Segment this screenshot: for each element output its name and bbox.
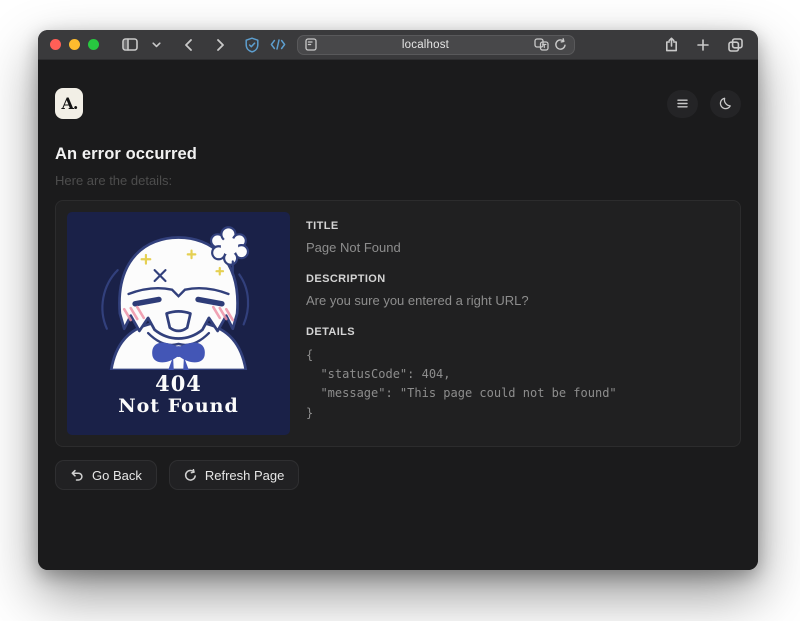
- sidebar-toggle-button[interactable]: [119, 34, 141, 56]
- title-label: TITLE: [306, 220, 617, 232]
- new-tab-button[interactable]: [692, 34, 714, 56]
- close-window-button[interactable]: [50, 39, 61, 50]
- sidebar-options-button[interactable]: [145, 34, 167, 56]
- header-actions: [667, 90, 741, 118]
- error-caption-text: Not Found: [118, 395, 238, 419]
- details-label: DETAILS: [306, 326, 617, 338]
- moon-icon: [719, 97, 732, 110]
- reload-icon[interactable]: [554, 38, 567, 51]
- details-field: DETAILS { "statusCode": 404, "message": …: [306, 326, 617, 423]
- description-field: DESCRIPTION Are you sure you entered a r…: [306, 273, 617, 308]
- address-host: localhost: [317, 39, 534, 51]
- privacy-shield-button[interactable]: [241, 34, 263, 56]
- back-button[interactable]: [177, 34, 199, 56]
- undo-arrow-icon: [70, 469, 84, 481]
- sidebar-toggle-icon: [122, 38, 138, 51]
- go-back-button[interactable]: Go Back: [55, 460, 157, 490]
- zoom-window-button[interactable]: [88, 39, 99, 50]
- shield-check-icon: [244, 37, 260, 53]
- back-icon: [184, 39, 193, 51]
- share-button[interactable]: [660, 34, 682, 56]
- refresh-page-label: Refresh Page: [205, 468, 285, 483]
- new-tab-plus-icon: [697, 39, 709, 51]
- share-icon: [665, 37, 678, 52]
- traffic-lights: [50, 39, 99, 50]
- error-card: 404 Not Found TITLE Page Not Found DESCR…: [55, 200, 741, 447]
- menu-icon: [677, 99, 688, 108]
- forward-icon: [216, 39, 225, 51]
- browser-window: localhost: [38, 30, 758, 570]
- page-content: A. An error: [38, 60, 758, 570]
- tabs-overview-icon: [728, 38, 743, 52]
- site-header: A.: [55, 60, 741, 119]
- address-bar[interactable]: localhost: [297, 35, 575, 55]
- site-logo[interactable]: A.: [55, 88, 83, 119]
- forward-button[interactable]: [209, 34, 231, 56]
- error-code-text: 404: [155, 372, 202, 395]
- error-illustration: 404 Not Found: [67, 212, 290, 435]
- go-back-label: Go Back: [92, 468, 142, 483]
- tabs-overview-button[interactable]: [724, 34, 746, 56]
- chevron-down-icon: [152, 42, 161, 48]
- anime-girl-404-image: [67, 218, 290, 370]
- devtools-button[interactable]: [267, 34, 289, 56]
- refresh-page-button[interactable]: Refresh Page: [169, 460, 300, 490]
- page-title: An error occurred: [55, 145, 741, 164]
- title-value: Page Not Found: [306, 240, 617, 255]
- devtools-icon: [270, 39, 286, 50]
- browser-toolbar: localhost: [38, 30, 758, 60]
- action-buttons: Go Back Refresh Page: [55, 460, 741, 490]
- description-label: DESCRIPTION: [306, 273, 617, 285]
- menu-button[interactable]: [667, 90, 698, 118]
- reader-page-icon: [305, 38, 317, 51]
- translate-icon[interactable]: [534, 38, 549, 51]
- desktop-background: localhost: [0, 0, 800, 621]
- theme-toggle-button[interactable]: [710, 90, 741, 118]
- error-details-panel: TITLE Page Not Found DESCRIPTION Are you…: [306, 212, 617, 435]
- description-value: Are you sure you entered a right URL?: [306, 293, 617, 308]
- details-json: { "statusCode": 404, "message": "This pa…: [306, 346, 617, 423]
- page-subtitle: Here are the details:: [55, 173, 741, 188]
- minimize-window-button[interactable]: [69, 39, 80, 50]
- refresh-icon: [184, 469, 197, 482]
- title-field: TITLE Page Not Found: [306, 220, 617, 255]
